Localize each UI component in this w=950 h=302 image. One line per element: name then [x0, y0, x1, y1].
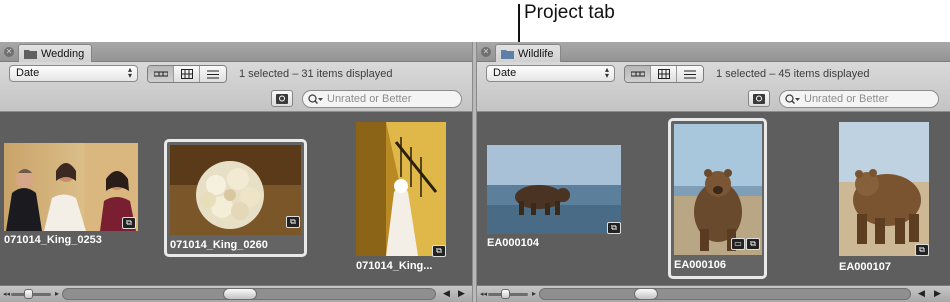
selection-status: 1 selected – 31 items displayed [239, 68, 393, 80]
thumbnail-item[interactable]: ⧉ 071014_King_0253 [4, 143, 138, 246]
adjustment-badge-icon: ⧉ [122, 217, 136, 229]
filmstrip-view-button[interactable] [148, 66, 174, 82]
thumbnail-caption: EA000104 [487, 237, 539, 249]
filmstrip-view-icon [153, 71, 168, 77]
zoom-knob[interactable] [501, 289, 510, 299]
search-icon [785, 94, 800, 105]
browser-pane-wedding: ✕ Wedding Date ▴ ▾ 1 selected – 31 items … [0, 42, 472, 302]
adjustment-badge-icon: ⧉ [432, 245, 446, 257]
keyword-badge-icon: ▭ [731, 238, 745, 250]
bottom-bar: ◂◂ ▸ ◀ ▶ [477, 285, 950, 302]
thumbnail-caption: 071014_King... [356, 260, 433, 272]
thumbnail-caption: EA000106 [674, 259, 726, 271]
view-mode-group [624, 65, 704, 83]
scroll-left-icon[interactable]: ◀ [918, 288, 925, 299]
folder-icon [501, 50, 514, 59]
photo-bouquet [170, 145, 301, 235]
zoom-knob[interactable] [24, 289, 33, 299]
thumbnail-area: ⧉ 071014_King_0253 ⧉ 071014_King_0260 ⧉ … [0, 113, 472, 285]
thumbnail-item[interactable]: ⧉ EA000104 [487, 145, 621, 250]
filter-search-field[interactable]: Unrated or Better [302, 90, 462, 108]
select-arrows-icon: ▴ ▾ [604, 65, 609, 80]
viewer-toggle-button[interactable] [748, 90, 770, 107]
scroll-right-icon[interactable]: ▶ [458, 288, 465, 299]
scroll-right-icon[interactable]: ▶ [934, 288, 941, 299]
tab-bar: ✕ Wedding [0, 42, 472, 63]
photo-bear-walking [839, 122, 929, 256]
viewer-toggle-button[interactable] [271, 90, 293, 107]
tab-label: Wildlife [518, 48, 554, 60]
photo-wedding-group [4, 143, 138, 231]
thumbnail-caption: 071014_King_0260 [170, 239, 268, 251]
tab-label: Wedding [41, 48, 85, 60]
sort-select-value: Date [16, 67, 40, 79]
zoom-in-icon: ▸ [531, 289, 536, 298]
sort-select[interactable]: Date ▴ ▾ [486, 65, 615, 82]
thumbnail-area: ⧉ EA000104 ▭ ⧉ EA000106 ⧉ EA000107 [477, 113, 950, 285]
photo-bear-water [487, 145, 621, 234]
filmstrip-view-icon [630, 71, 645, 77]
close-icon[interactable]: ✕ [481, 47, 491, 57]
thumbnail-item-selected[interactable]: ▭ ⧉ EA000106 [668, 118, 767, 279]
close-icon[interactable]: ✕ [4, 47, 14, 57]
thumbnail-item-selected[interactable]: ⧉ 071014_King_0260 [164, 139, 307, 257]
filmstrip-view-button[interactable] [625, 66, 651, 82]
filter-placeholder: Unrated or Better [327, 93, 412, 105]
horizontal-scrollbar[interactable] [62, 288, 436, 300]
zoom-out-icon: ◂◂ [480, 291, 488, 298]
magnifier-icon [276, 93, 288, 104]
browser-toolbar: Date ▴ ▾ 1 selected – 31 items displayed … [0, 62, 472, 112]
adjustment-badge-icon: ⧉ [915, 244, 929, 256]
zoom-slider[interactable]: ◂◂ ▸ [480, 289, 536, 299]
callout-line [518, 4, 520, 42]
list-view-icon [207, 70, 219, 78]
search-icon [308, 94, 323, 105]
thumbnail-caption: 071014_King_0253 [4, 234, 102, 246]
scroll-thumb[interactable] [634, 288, 658, 300]
sort-select[interactable]: Date ▴ ▾ [9, 65, 138, 82]
tab-wildlife[interactable]: Wildlife [495, 44, 562, 63]
zoom-in-icon: ▸ [54, 289, 59, 298]
horizontal-scrollbar[interactable] [539, 288, 911, 300]
folder-icon [24, 50, 37, 59]
browser-pane-wildlife: ✕ Wildlife Date ▴ ▾ 1 selected – 45 items… [477, 42, 950, 302]
list-view-button[interactable] [677, 66, 703, 82]
browser-toolbar: Date ▴ ▾ 1 selected – 45 items displayed … [477, 62, 950, 112]
filter-placeholder: Unrated or Better [804, 93, 889, 105]
project-tab-callout: Project tab [524, 2, 615, 23]
select-arrows-icon: ▴ ▾ [127, 65, 132, 80]
grid-view-icon [657, 69, 670, 79]
zoom-out-icon: ◂◂ [3, 291, 11, 298]
adjustment-badge-icon: ⧉ [607, 222, 621, 234]
grid-view-icon [180, 69, 193, 79]
scroll-thumb[interactable] [223, 288, 257, 300]
zoom-slider[interactable]: ◂◂ ▸ [3, 289, 59, 299]
adjustment-badge-icon: ⧉ [286, 216, 300, 228]
bottom-bar: ◂◂ ▸ ◀ ▶ [0, 285, 472, 302]
list-view-icon [684, 70, 696, 78]
selection-status: 1 selected – 45 items displayed [716, 68, 870, 80]
adjustment-badge-icon: ⧉ [746, 238, 760, 250]
grid-view-button[interactable] [174, 66, 200, 82]
scroll-left-icon[interactable]: ◀ [443, 288, 450, 299]
magnifier-icon [753, 93, 765, 104]
tab-bar: ✕ Wildlife [477, 42, 950, 63]
view-mode-group [147, 65, 227, 83]
photo-bear-front [674, 124, 762, 255]
tab-wedding[interactable]: Wedding [18, 44, 93, 63]
thumbnail-item[interactable]: ⧉ EA000107 [839, 122, 929, 274]
filter-search-field[interactable]: Unrated or Better [779, 90, 939, 108]
thumbnail-caption: EA000107 [839, 261, 891, 273]
sort-select-value: Date [493, 67, 517, 79]
thumbnail-item[interactable]: ⧉ 071014_King... [356, 122, 446, 272]
list-view-button[interactable] [200, 66, 226, 82]
photo-staircase-dress [356, 122, 446, 256]
grid-view-button[interactable] [651, 66, 677, 82]
